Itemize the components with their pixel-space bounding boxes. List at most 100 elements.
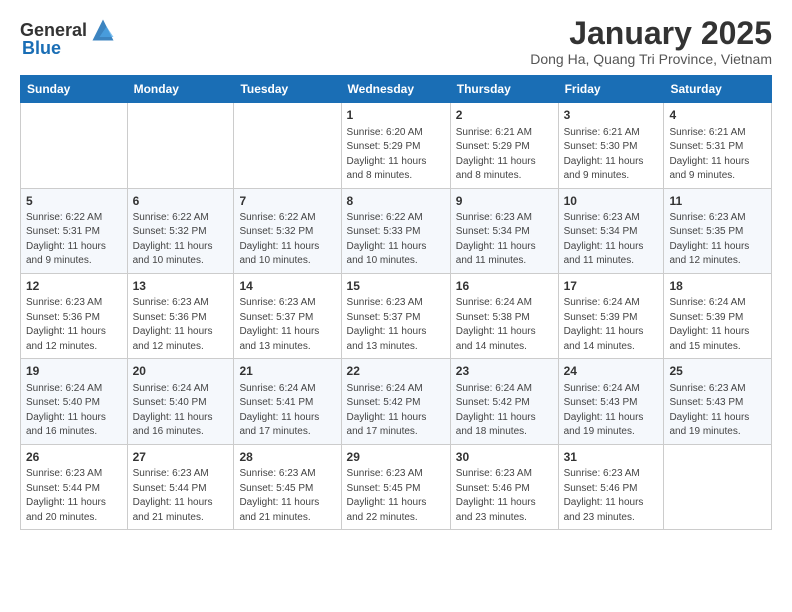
day-info: Sunrise: 6:24 AM Sunset: 5:41 PM Dayligh… bbox=[239, 382, 335, 440]
day-number: 9 bbox=[456, 193, 553, 210]
calendar-cell: 28Sunrise: 6:23 AM Sunset: 5:45 PM Dayli… bbox=[234, 444, 341, 529]
calendar-cell: 18Sunrise: 6:24 AM Sunset: 5:39 PM Dayli… bbox=[664, 273, 772, 358]
day-number: 31 bbox=[564, 449, 659, 466]
day-number: 5 bbox=[26, 193, 122, 210]
week-row-3: 12Sunrise: 6:23 AM Sunset: 5:36 PM Dayli… bbox=[21, 273, 772, 358]
calendar-cell: 21 Sunrise: 6:24 AM Sunset: 5:41 PM Dayli… bbox=[234, 359, 341, 444]
day-number: 7 bbox=[239, 193, 335, 210]
day-info: Sunrise: 6:24 AM Sunset: 5:43 PM Dayligh… bbox=[564, 382, 659, 440]
calendar-cell: 4Sunrise: 6:21 AM Sunset: 5:31 PM Daylig… bbox=[664, 103, 772, 188]
week-row-1: 1Sunrise: 6:20 AM Sunset: 5:29 PM Daylig… bbox=[21, 103, 772, 188]
calendar-cell: 14Sunrise: 6:23 AM Sunset: 5:37 PM Dayli… bbox=[234, 273, 341, 358]
day-info: Sunrise: 6:23 AM Sunset: 5:45 PM Dayligh… bbox=[347, 467, 445, 525]
calendar-cell: 6Sunrise: 6:22 AM Sunset: 5:32 PM Daylig… bbox=[127, 188, 234, 273]
calendar-cell: 26Sunrise: 6:23 AM Sunset: 5:44 PM Dayli… bbox=[21, 444, 128, 529]
day-info: Sunrise: 6:23 AM Sunset: 5:35 PM Dayligh… bbox=[669, 211, 766, 269]
calendar-cell bbox=[127, 103, 234, 188]
day-info: Sunrise: 6:20 AM Sunset: 5:29 PM Dayligh… bbox=[347, 126, 445, 184]
calendar-cell: 29Sunrise: 6:23 AM Sunset: 5:45 PM Dayli… bbox=[341, 444, 450, 529]
calendar-cell: 11Sunrise: 6:23 AM Sunset: 5:35 PM Dayli… bbox=[664, 188, 772, 273]
calendar-cell: 30Sunrise: 6:23 AM Sunset: 5:46 PM Dayli… bbox=[450, 444, 558, 529]
weekday-header-saturday: Saturday bbox=[664, 76, 772, 103]
calendar-cell: 23 Sunrise: 6:24 AM Sunset: 5:42 PM Dayli… bbox=[450, 359, 558, 444]
day-info: Sunrise: 6:23 AM Sunset: 5:37 PM Dayligh… bbox=[239, 296, 335, 354]
day-number: 22 bbox=[347, 363, 445, 380]
day-info: Sunrise: 6:22 AM Sunset: 5:32 PM Dayligh… bbox=[133, 211, 229, 269]
day-info: Sunrise: 6:23 AM Sunset: 5:43 PM Dayligh… bbox=[669, 382, 766, 440]
calendar-table: SundayMondayTuesdayWednesdayThursdayFrid… bbox=[20, 75, 772, 530]
day-number: 20 bbox=[133, 363, 229, 380]
day-number: 21 bbox=[239, 363, 335, 380]
day-info: Sunrise: 6:24 AM Sunset: 5:39 PM Dayligh… bbox=[669, 296, 766, 354]
day-info: Sunrise: 6:23 AM Sunset: 5:36 PM Dayligh… bbox=[133, 296, 229, 354]
day-number: 30 bbox=[456, 449, 553, 466]
calendar-cell bbox=[21, 103, 128, 188]
day-info: Sunrise: 6:24 AM Sunset: 5:38 PM Dayligh… bbox=[456, 296, 553, 354]
day-number: 3 bbox=[564, 107, 659, 124]
day-number: 12 bbox=[26, 278, 122, 295]
day-number: 4 bbox=[669, 107, 766, 124]
calendar-cell: 20Sunrise: 6:24 AM Sunset: 5:40 PM Dayli… bbox=[127, 359, 234, 444]
day-info: Sunrise: 6:22 AM Sunset: 5:32 PM Dayligh… bbox=[239, 211, 335, 269]
weekday-header-row: SundayMondayTuesdayWednesdayThursdayFrid… bbox=[21, 76, 772, 103]
day-number: 25 bbox=[669, 363, 766, 380]
day-info: Sunrise: 6:21 AM Sunset: 5:29 PM Dayligh… bbox=[456, 126, 553, 184]
day-number: 8 bbox=[347, 193, 445, 210]
weekday-header-friday: Friday bbox=[558, 76, 664, 103]
calendar-cell bbox=[664, 444, 772, 529]
day-number: 19 bbox=[26, 363, 122, 380]
calendar-cell: 1Sunrise: 6:20 AM Sunset: 5:29 PM Daylig… bbox=[341, 103, 450, 188]
calendar-cell: 2 Sunrise: 6:21 AM Sunset: 5:29 PM Daylig… bbox=[450, 103, 558, 188]
day-number: 14 bbox=[239, 278, 335, 295]
page-header: General Blue January 2025 Dong Ha, Quang… bbox=[20, 16, 772, 67]
location-title: Dong Ha, Quang Tri Province, Vietnam bbox=[530, 51, 772, 67]
day-info: Sunrise: 6:23 AM Sunset: 5:46 PM Dayligh… bbox=[564, 467, 659, 525]
day-info: Sunrise: 6:23 AM Sunset: 5:46 PM Dayligh… bbox=[456, 467, 553, 525]
weekday-header-sunday: Sunday bbox=[21, 76, 128, 103]
calendar-cell: 15Sunrise: 6:23 AM Sunset: 5:37 PM Dayli… bbox=[341, 273, 450, 358]
day-info: Sunrise: 6:23 AM Sunset: 5:34 PM Dayligh… bbox=[456, 211, 553, 269]
calendar-cell: 22 Sunrise: 6:24 AM Sunset: 5:42 PM Dayli… bbox=[341, 359, 450, 444]
day-number: 27 bbox=[133, 449, 229, 466]
day-number: 15 bbox=[347, 278, 445, 295]
calendar-cell: 27Sunrise: 6:23 AM Sunset: 5:44 PM Dayli… bbox=[127, 444, 234, 529]
logo-blue: Blue bbox=[22, 38, 61, 59]
calendar-cell: 24 Sunrise: 6:24 AM Sunset: 5:43 PM Dayli… bbox=[558, 359, 664, 444]
day-number: 18 bbox=[669, 278, 766, 295]
day-info: Sunrise: 6:24 AM Sunset: 5:39 PM Dayligh… bbox=[564, 296, 659, 354]
day-info: Sunrise: 6:24 AM Sunset: 5:42 PM Dayligh… bbox=[456, 382, 553, 440]
week-row-5: 26Sunrise: 6:23 AM Sunset: 5:44 PM Dayli… bbox=[21, 444, 772, 529]
day-info: Sunrise: 6:24 AM Sunset: 5:42 PM Dayligh… bbox=[347, 382, 445, 440]
day-number: 2 bbox=[456, 107, 553, 124]
calendar-cell bbox=[234, 103, 341, 188]
logo: General Blue bbox=[20, 16, 117, 59]
day-info: Sunrise: 6:23 AM Sunset: 5:36 PM Dayligh… bbox=[26, 296, 122, 354]
day-info: Sunrise: 6:22 AM Sunset: 5:31 PM Dayligh… bbox=[26, 211, 122, 269]
day-info: Sunrise: 6:23 AM Sunset: 5:44 PM Dayligh… bbox=[26, 467, 122, 525]
calendar-cell: 3 Sunrise: 6:21 AM Sunset: 5:30 PM Daylig… bbox=[558, 103, 664, 188]
title-block: January 2025 Dong Ha, Quang Tri Province… bbox=[530, 16, 772, 67]
day-info: Sunrise: 6:24 AM Sunset: 5:40 PM Dayligh… bbox=[26, 382, 122, 440]
week-row-2: 5Sunrise: 6:22 AM Sunset: 5:31 PM Daylig… bbox=[21, 188, 772, 273]
day-number: 26 bbox=[26, 449, 122, 466]
day-info: Sunrise: 6:21 AM Sunset: 5:30 PM Dayligh… bbox=[564, 126, 659, 184]
day-info: Sunrise: 6:23 AM Sunset: 5:34 PM Dayligh… bbox=[564, 211, 659, 269]
calendar-cell: 25 Sunrise: 6:23 AM Sunset: 5:43 PM Dayli… bbox=[664, 359, 772, 444]
day-info: Sunrise: 6:23 AM Sunset: 5:45 PM Dayligh… bbox=[239, 467, 335, 525]
calendar-cell: 31Sunrise: 6:23 AM Sunset: 5:46 PM Dayli… bbox=[558, 444, 664, 529]
day-number: 24 bbox=[564, 363, 659, 380]
weekday-header-wednesday: Wednesday bbox=[341, 76, 450, 103]
calendar-cell: 9Sunrise: 6:23 AM Sunset: 5:34 PM Daylig… bbox=[450, 188, 558, 273]
weekday-header-tuesday: Tuesday bbox=[234, 76, 341, 103]
day-number: 16 bbox=[456, 278, 553, 295]
day-number: 10 bbox=[564, 193, 659, 210]
week-row-4: 19 Sunrise: 6:24 AM Sunset: 5:40 PM Dayli… bbox=[21, 359, 772, 444]
logo-icon bbox=[89, 16, 117, 44]
calendar-cell: 10Sunrise: 6:23 AM Sunset: 5:34 PM Dayli… bbox=[558, 188, 664, 273]
calendar-cell: 17Sunrise: 6:24 AM Sunset: 5:39 PM Dayli… bbox=[558, 273, 664, 358]
month-title: January 2025 bbox=[530, 16, 772, 51]
day-number: 29 bbox=[347, 449, 445, 466]
day-number: 23 bbox=[456, 363, 553, 380]
calendar-cell: 8Sunrise: 6:22 AM Sunset: 5:33 PM Daylig… bbox=[341, 188, 450, 273]
day-number: 28 bbox=[239, 449, 335, 466]
